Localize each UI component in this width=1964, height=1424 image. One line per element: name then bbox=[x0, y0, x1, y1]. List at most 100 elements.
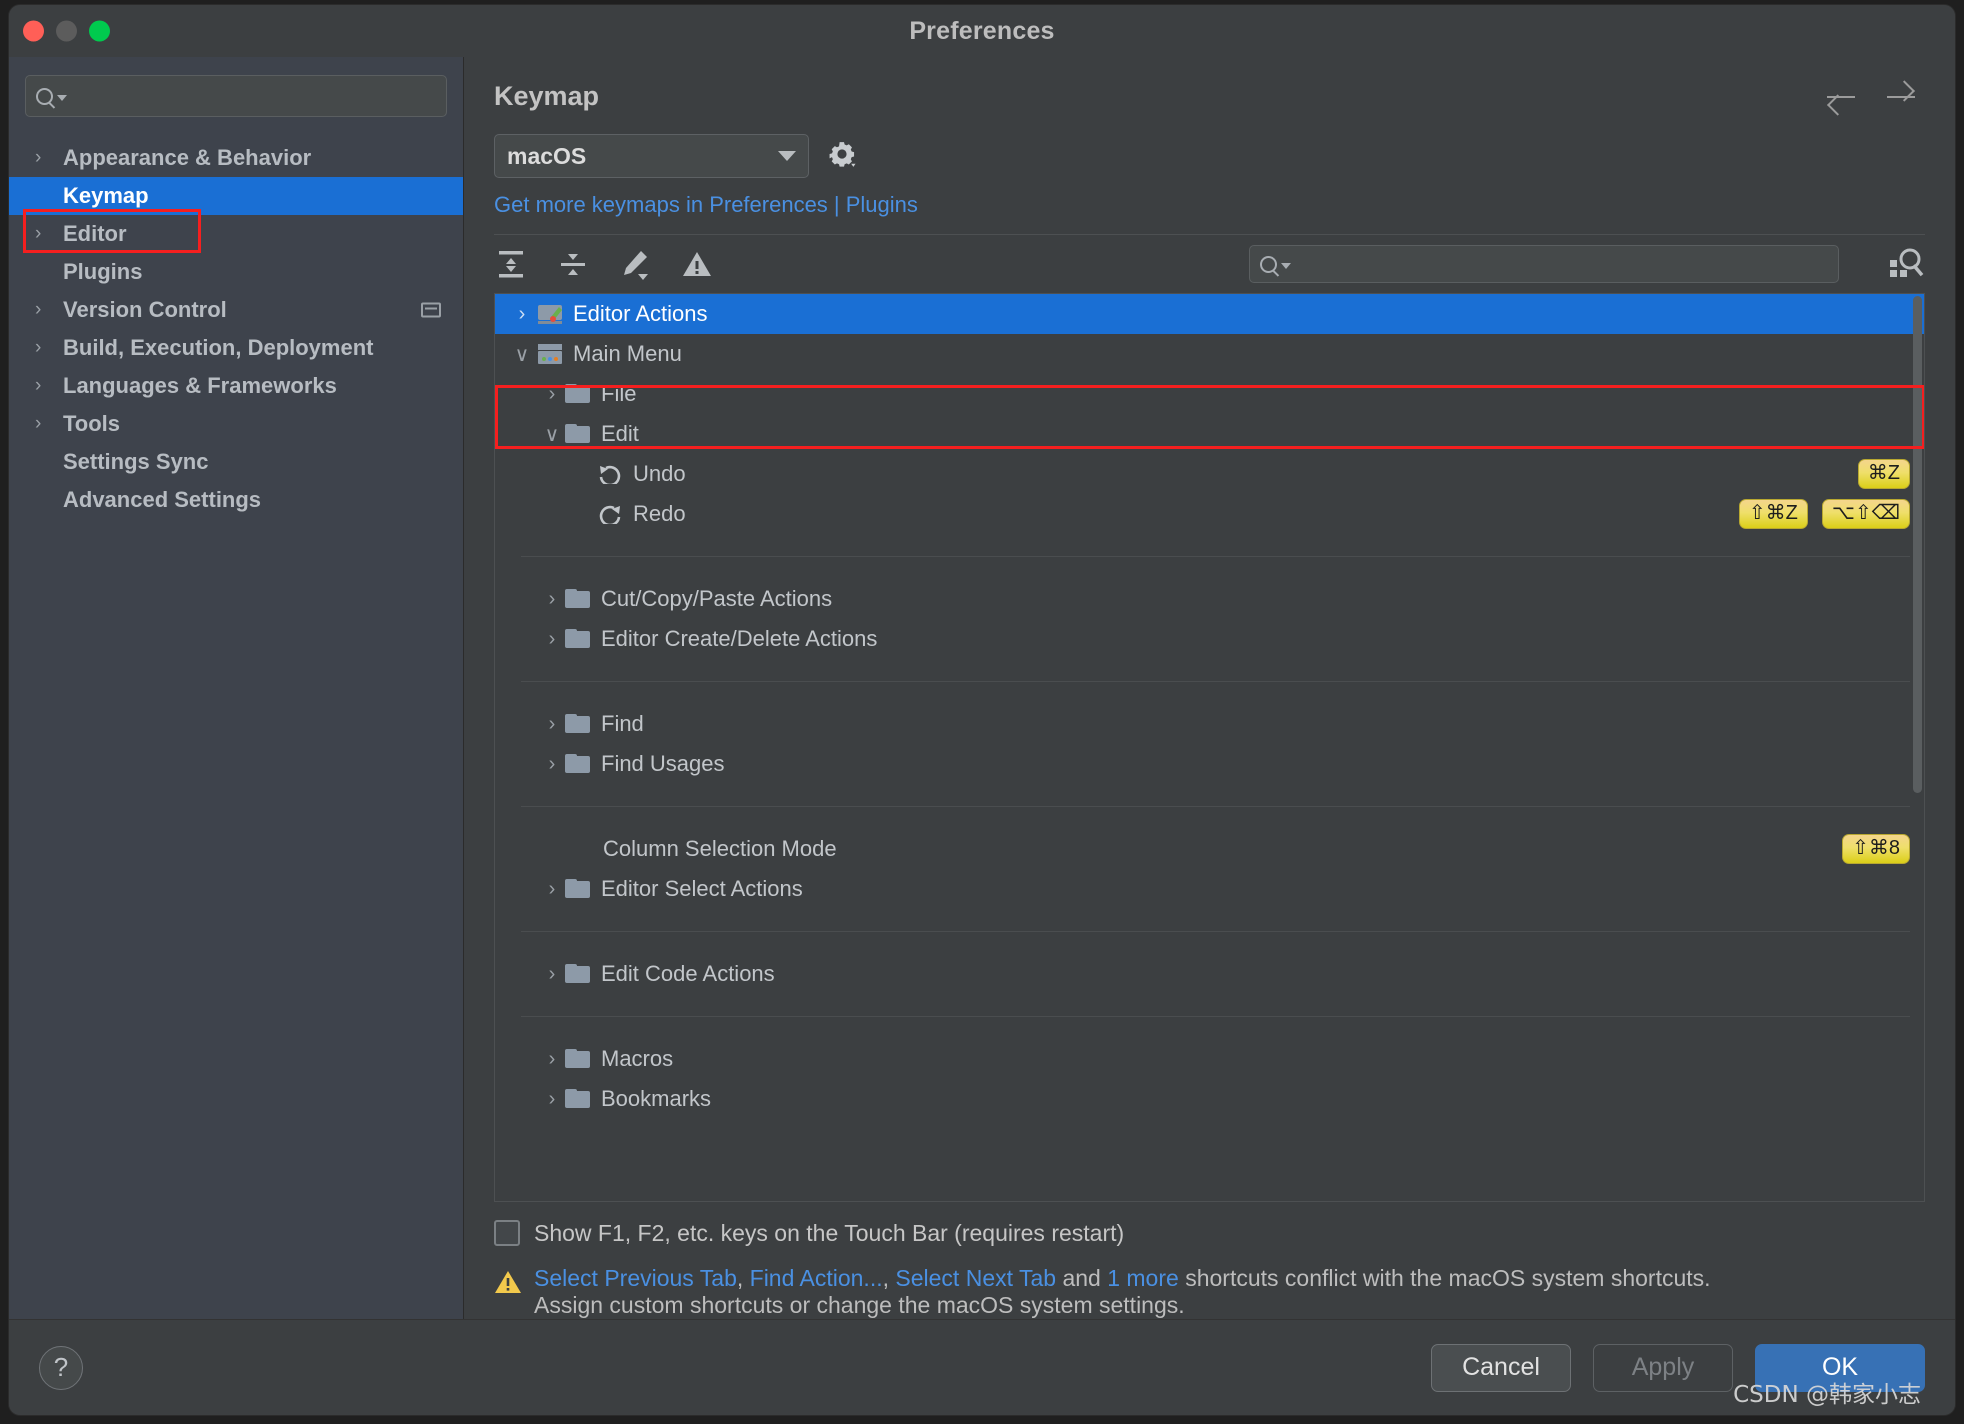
show-conflicts-icon[interactable] bbox=[680, 247, 714, 281]
tree-row[interactable]: › Editor Actions bbox=[495, 294, 1924, 334]
get-more-keymaps-link[interactable]: Get more keymaps in Preferences | Plugin… bbox=[494, 192, 1925, 218]
chevron-right-icon[interactable]: › bbox=[35, 147, 57, 169]
tree-row[interactable]: › File bbox=[495, 374, 1924, 414]
expand-all-icon[interactable] bbox=[494, 247, 528, 281]
sidebar-item-editor[interactable]: › Editor bbox=[9, 215, 463, 253]
conflict-warning-line2: Assign custom shortcuts or change the ma… bbox=[534, 1291, 1185, 1318]
chevron-right-icon[interactable]: › bbox=[35, 413, 57, 435]
chevron-right-icon[interactable]: › bbox=[35, 375, 57, 397]
sidebar-search[interactable] bbox=[25, 75, 447, 117]
keymap-panel: Keymap macOS Get more keymaps in Prefere… bbox=[464, 57, 1955, 1319]
keymap-options: Show F1, F2, etc. keys on the Touch Bar … bbox=[494, 1202, 1925, 1319]
touchbar-checkbox-row[interactable]: Show F1, F2, etc. keys on the Touch Bar … bbox=[494, 1220, 1925, 1247]
help-button[interactable]: ? bbox=[39, 1345, 83, 1390]
chevron-right-icon[interactable]: › bbox=[35, 223, 57, 245]
chevron-right-icon[interactable]: › bbox=[509, 303, 535, 326]
touchbar-checkbox[interactable] bbox=[494, 1220, 520, 1247]
sidebar-search-input[interactable] bbox=[75, 85, 436, 107]
tree-group-gap bbox=[495, 534, 1924, 556]
cancel-button[interactable]: Cancel bbox=[1431, 1343, 1571, 1392]
keymap-search-input[interactable] bbox=[1297, 254, 1828, 274]
chevron-right-icon[interactable]: › bbox=[539, 878, 565, 901]
chevron-right-icon[interactable]: › bbox=[35, 337, 57, 359]
conflict-link-select-next-tab[interactable]: Select Next Tab bbox=[895, 1265, 1056, 1291]
tree-row[interactable]: ∨ Main Menu bbox=[495, 334, 1924, 374]
tree-row[interactable]: Undo ⌘Z bbox=[495, 454, 1924, 494]
tree-row[interactable]: › Editor Select Actions bbox=[495, 869, 1924, 909]
sidebar-item-version-control[interactable]: › Version Control bbox=[9, 291, 463, 329]
tree-row[interactable]: › Cut/Copy/Paste Actions bbox=[495, 579, 1924, 619]
tree-row-label: Edit bbox=[601, 421, 639, 446]
shortcut-badge[interactable]: ⌥⇧⌫ bbox=[1821, 499, 1910, 529]
tree-row[interactable]: › Find bbox=[495, 704, 1924, 744]
back-arrow-icon[interactable] bbox=[1825, 84, 1857, 110]
tree-row[interactable]: Redo ⇧⌘Z ⌥⇧⌫ bbox=[495, 494, 1924, 534]
keymap-select-value: macOS bbox=[507, 142, 587, 169]
conflict-link-select-previous-tab[interactable]: Select Previous Tab bbox=[534, 1265, 737, 1291]
sidebar-item-label: Tools bbox=[63, 411, 121, 436]
chevron-right-icon[interactable]: › bbox=[539, 588, 565, 611]
conflict-link-1-more[interactable]: 1 more bbox=[1107, 1265, 1179, 1291]
sidebar-item-appearance-behavior[interactable]: › Appearance & Behavior bbox=[9, 139, 463, 177]
tree-row[interactable]: › Editor Create/Delete Actions bbox=[495, 619, 1924, 659]
tree-scrollbar[interactable] bbox=[1913, 296, 1922, 1199]
keymap-search[interactable] bbox=[1249, 245, 1839, 283]
zoom-button-icon[interactable] bbox=[89, 20, 110, 42]
sidebar-item-build-execution-deployment[interactable]: › Build, Execution, Deployment bbox=[9, 329, 463, 367]
sidebar-item-languages-frameworks[interactable]: › Languages & Frameworks bbox=[9, 367, 463, 405]
apply-button: Apply bbox=[1593, 1343, 1733, 1392]
shortcut-badge[interactable]: ⇧⌘8 bbox=[1842, 834, 1910, 864]
collapse-all-icon[interactable] bbox=[556, 247, 590, 281]
tree-row-label: Find Usages bbox=[601, 751, 725, 776]
chevron-right-icon[interactable]: › bbox=[35, 299, 57, 321]
gear-icon[interactable] bbox=[827, 139, 861, 173]
shortcut-badge[interactable]: ⌘Z bbox=[1857, 459, 1910, 489]
conflict-link-find-action[interactable]: Find Action... bbox=[750, 1265, 883, 1291]
tree-row[interactable]: › Find Usages bbox=[495, 744, 1924, 784]
conflict-text-tail: shortcuts conflict with the macOS system… bbox=[1178, 1264, 1711, 1291]
sidebar-item-advanced-settings[interactable]: Advanced Settings bbox=[9, 481, 463, 519]
edit-shortcut-icon[interactable] bbox=[618, 247, 652, 281]
sidebar-item-label: Keymap bbox=[63, 183, 149, 208]
tree-row-label: File bbox=[601, 381, 637, 406]
sidebar-item-plugins[interactable]: Plugins bbox=[9, 253, 463, 291]
folder-icon bbox=[565, 964, 591, 984]
chevron-right-icon[interactable]: › bbox=[539, 383, 565, 406]
tree-row[interactable]: › Edit Code Actions bbox=[495, 954, 1924, 994]
minimize-button-icon[interactable] bbox=[56, 20, 77, 42]
tree-row[interactable]: Column Selection Mode ⇧⌘8 bbox=[495, 829, 1924, 869]
tree-scrollbar-thumb[interactable] bbox=[1913, 296, 1922, 793]
sidebar-item-tools[interactable]: › Tools bbox=[9, 405, 463, 443]
close-button-icon[interactable] bbox=[23, 20, 44, 42]
sidebar-item-label: Build, Execution, Deployment bbox=[63, 335, 374, 360]
chevron-right-icon[interactable]: › bbox=[539, 753, 565, 776]
find-by-shortcut-icon[interactable] bbox=[1885, 246, 1925, 282]
tree-row[interactable]: › Bookmarks bbox=[495, 1079, 1924, 1119]
tree-row[interactable]: › Macros bbox=[495, 1039, 1924, 1079]
tree-group-gap bbox=[495, 784, 1924, 806]
sidebar-item-settings-sync[interactable]: Settings Sync bbox=[9, 443, 463, 481]
shortcut-badge[interactable]: ⇧⌘Z bbox=[1738, 499, 1808, 529]
keymap-select[interactable]: macOS bbox=[494, 134, 809, 178]
dialog-footer: ? Cancel Apply OK CSDN @韩家小志 bbox=[9, 1319, 1955, 1415]
keymap-tree[interactable]: › Editor Actions ∨ Main Menu › File ∨ Edit Undo… bbox=[494, 293, 1925, 1202]
chevron-right-icon[interactable]: › bbox=[539, 1088, 565, 1111]
window-icon bbox=[421, 302, 441, 318]
chevron-down-icon[interactable]: ∨ bbox=[539, 422, 565, 447]
sidebar-item-keymap[interactable]: Keymap bbox=[9, 177, 463, 215]
sidebar-item-label: Plugins bbox=[63, 259, 143, 284]
conflict-text-and: and bbox=[1056, 1264, 1108, 1291]
chevron-down-icon[interactable]: ∨ bbox=[509, 342, 535, 367]
chevron-right-icon[interactable]: › bbox=[539, 713, 565, 736]
chevron-right-icon[interactable]: › bbox=[539, 628, 565, 651]
chevron-right-icon[interactable]: › bbox=[539, 1048, 565, 1071]
forward-arrow-icon[interactable] bbox=[1885, 84, 1917, 110]
tree-row[interactable]: ∨ Edit bbox=[495, 414, 1924, 454]
tree-row-label: Editor Create/Delete Actions bbox=[601, 626, 878, 651]
title-bar: Preferences bbox=[9, 5, 1955, 57]
chevron-right-icon[interactable]: › bbox=[539, 963, 565, 986]
tree-group-gap bbox=[495, 807, 1924, 829]
navigation-arrows bbox=[1825, 84, 1925, 110]
